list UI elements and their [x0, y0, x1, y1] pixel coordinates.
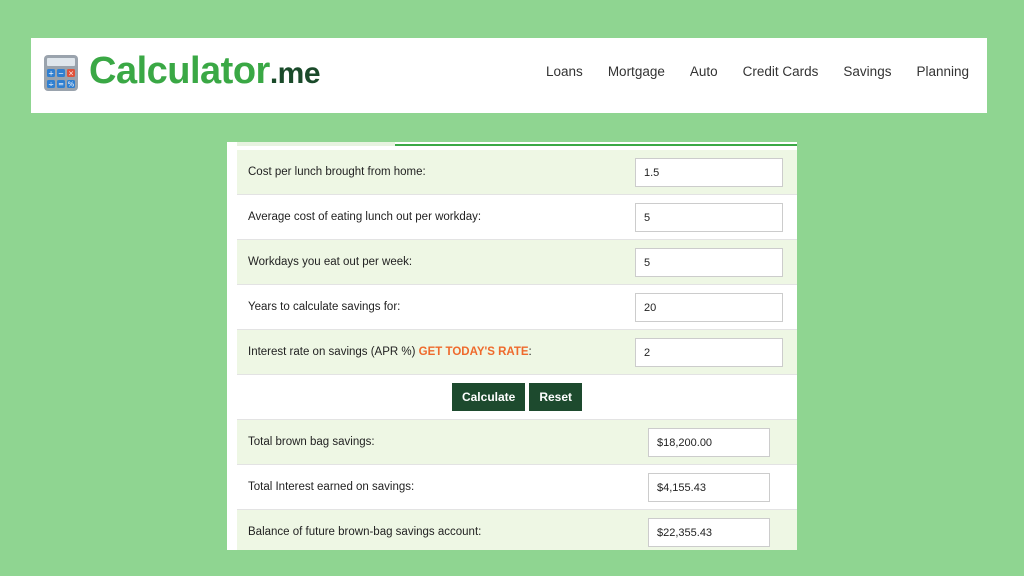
- nav-planning[interactable]: Planning: [916, 64, 969, 79]
- input-row-home-lunch-cost: Cost per lunch brought from home:: [237, 150, 797, 195]
- input-row-eat-out-cost: Average cost of eating lunch out per wor…: [237, 195, 797, 240]
- calculate-button[interactable]: Calculate: [451, 383, 526, 411]
- button-row: Calculate Reset: [237, 375, 797, 420]
- result-row-brown-bag-savings: Total brown bag savings:: [237, 420, 797, 465]
- workdays-label: Workdays you eat out per week:: [248, 256, 413, 268]
- get-todays-rate-link[interactable]: GET TODAY'S RATE: [419, 346, 529, 358]
- interest-rate-label: Interest rate on savings (APR %) GET TOD…: [248, 330, 532, 375]
- svg-text:×: ×: [68, 69, 74, 77]
- logo-wordmark: Calculator.me: [89, 50, 321, 93]
- svg-text:%: %: [68, 80, 75, 88]
- interest-earned-output: [648, 473, 770, 502]
- eat-out-cost-input[interactable]: [635, 203, 783, 232]
- svg-text:=: =: [58, 80, 64, 88]
- interest-rate-input[interactable]: [635, 338, 783, 367]
- result-row-interest-earned: Total Interest earned on savings:: [237, 465, 797, 510]
- site-logo[interactable]: + − × ÷ = % Calculator.me: [43, 50, 321, 93]
- calculator-icon: + − × ÷ = %: [44, 54, 78, 91]
- interest-earned-label: Total Interest earned on savings:: [248, 481, 415, 493]
- logo-suffix: .me: [269, 57, 321, 90]
- input-row-years: Years to calculate savings for:: [237, 285, 797, 330]
- eat-out-cost-label: Average cost of eating lunch out per wor…: [248, 211, 482, 223]
- future-balance-output: [648, 518, 770, 547]
- site-header: + − × ÷ = % Calculator.me Loans Mortgage…: [31, 38, 987, 113]
- svg-text:÷: ÷: [48, 80, 54, 88]
- reset-button[interactable]: Reset: [529, 383, 583, 411]
- nav-auto[interactable]: Auto: [690, 64, 718, 79]
- logo-name: Calculator: [89, 50, 270, 92]
- years-label: Years to calculate savings for:: [248, 301, 401, 313]
- workdays-input[interactable]: [635, 248, 783, 277]
- svg-text:+: +: [48, 69, 54, 77]
- nav-savings[interactable]: Savings: [843, 64, 891, 79]
- main-nav: Loans Mortgage Auto Credit Cards Savings…: [521, 64, 969, 79]
- nav-loans[interactable]: Loans: [546, 64, 583, 79]
- brown-bag-savings-output: [648, 428, 770, 457]
- result-row-future-balance: Balance of future brown-bag savings acco…: [237, 510, 797, 550]
- home-lunch-cost-label: Cost per lunch brought from home:: [248, 166, 426, 178]
- svg-text:−: −: [58, 69, 64, 77]
- active-tab-indicator: [237, 142, 395, 146]
- input-row-interest-rate: Interest rate on savings (APR %) GET TOD…: [237, 330, 797, 375]
- home-lunch-cost-input[interactable]: [635, 158, 783, 187]
- lunch-savings-calculator: Cost per lunch brought from home: Averag…: [227, 142, 797, 550]
- years-input[interactable]: [635, 293, 783, 322]
- nav-mortgage[interactable]: Mortgage: [608, 64, 665, 79]
- interest-rate-label-text: Interest rate on savings (APR %): [248, 346, 416, 358]
- interest-rate-label-colon: :: [528, 346, 532, 358]
- nav-credit-cards[interactable]: Credit Cards: [743, 64, 819, 79]
- future-balance-label: Balance of future brown-bag savings acco…: [248, 526, 482, 538]
- input-row-workdays: Workdays you eat out per week:: [237, 240, 797, 285]
- brown-bag-savings-label: Total brown bag savings:: [248, 436, 375, 448]
